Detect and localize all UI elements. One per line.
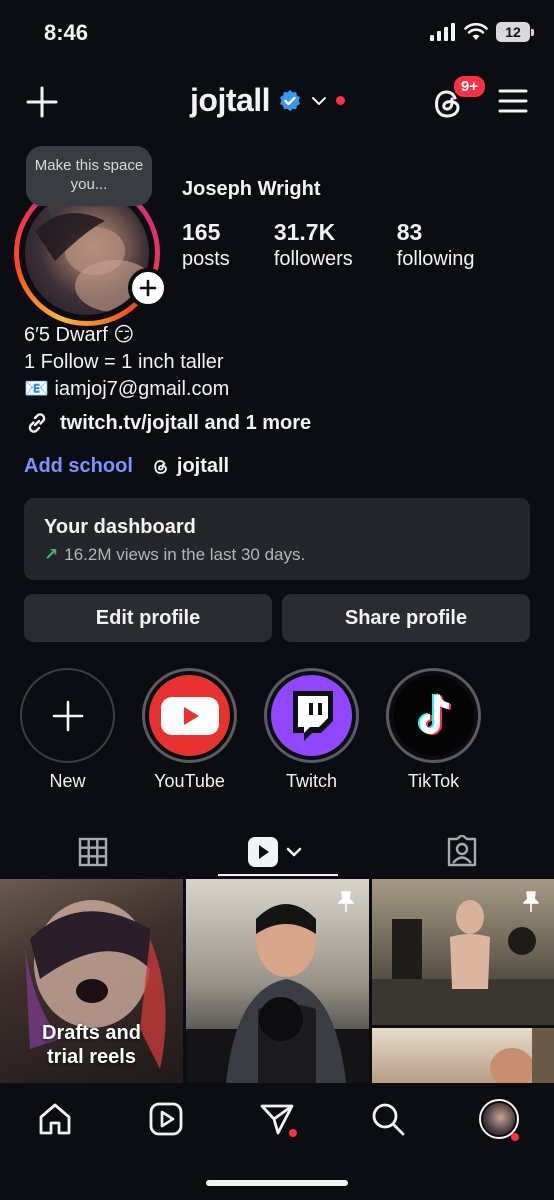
search-icon: [372, 1103, 405, 1136]
nav-direct-messages[interactable]: [255, 1097, 299, 1141]
highlight-circle: [142, 668, 237, 763]
highlight-label: New: [49, 771, 86, 791]
verified-badge-icon: [280, 89, 301, 111]
dashboard-title: Your dashboard: [44, 516, 196, 538]
drafts-label: Drafts and trial reels: [0, 1021, 183, 1069]
home-icon: [39, 1103, 71, 1135]
hamburger-menu-icon[interactable]: [498, 88, 528, 114]
link-icon: [28, 413, 46, 433]
highlight-label: TikTok: [407, 771, 460, 791]
nav-search[interactable]: [366, 1097, 410, 1141]
drafts-label-line: trial reels: [47, 1046, 136, 1068]
bio-line: 1 Follow = 1 inch taller: [24, 351, 224, 373]
status-time: 8:46: [44, 20, 89, 45]
tab-reels[interactable]: [185, 828, 370, 876]
notification-dot: [336, 96, 346, 105]
threads-notification-badge: 9+: [452, 74, 488, 99]
highlight-tiktok[interactable]: TikTok: [386, 668, 481, 792]
highlight-circle: [20, 668, 115, 763]
highlight-label: Twitch: [285, 771, 337, 791]
stat-label: posts: [182, 248, 230, 270]
home-indicator: [206, 1180, 348, 1186]
profile-link[interactable]: twitch.tv/jojtall and 1 more: [24, 410, 311, 436]
highlight-circle: [386, 668, 481, 763]
status-bar: 8:46 12: [0, 0, 554, 66]
highlight-twitch[interactable]: Twitch: [264, 668, 359, 792]
reels-icon: [247, 837, 301, 867]
nav-home[interactable]: [33, 1097, 77, 1141]
share-profile-button[interactable]: Share profile: [282, 594, 530, 642]
grid-icon: [78, 837, 107, 867]
pin-icon: [338, 891, 354, 912]
reel-thumbnail[interactable]: [186, 879, 369, 1083]
plus-icon: [52, 700, 83, 731]
stat-posts[interactable]: 165 posts: [182, 218, 230, 272]
bio: 6′5 Dwarf 😏 1 Follow = 1 inch taller 📧 i…: [24, 322, 229, 403]
highlight-youtube[interactable]: YouTube: [142, 668, 237, 792]
full-name: Joseph Wright: [182, 178, 321, 200]
dashboard-subtitle: 16.2M views in the last 30 days.: [64, 545, 306, 564]
drafts-label-line: Drafts and: [42, 1022, 141, 1044]
threads-profile-link[interactable]: jojtall: [151, 455, 229, 478]
reel-thumbnail[interactable]: [372, 1028, 554, 1083]
profile-header: jojtall 9+: [0, 70, 554, 136]
tagged-user-icon: [447, 835, 476, 867]
cellular-signal-icon: [430, 23, 455, 41]
youtube-logo-icon: [149, 675, 230, 756]
stat-following[interactable]: 83 following: [397, 218, 475, 272]
tab-tagged[interactable]: [369, 828, 554, 876]
note-bubble[interactable]: Make this space you...: [26, 146, 152, 215]
professional-dashboard[interactable]: Your dashboard ↗ 16.2M views in the last…: [24, 498, 530, 580]
content-tabs: [0, 820, 554, 876]
reel-thumbnail[interactable]: [372, 879, 554, 1025]
drafts-reel-thumbnail[interactable]: Drafts and trial reels: [0, 879, 183, 1083]
notification-dot: [511, 1133, 519, 1141]
pin-icon: [523, 891, 539, 912]
add-school-link[interactable]: Add school: [24, 455, 133, 478]
username: jojtall: [190, 82, 271, 118]
twitch-logo-icon: [271, 675, 352, 756]
bio-line: 📧 iamjoj7@gmail.com: [24, 378, 230, 400]
thumbnail-image: [490, 1028, 554, 1083]
nav-reels[interactable]: [144, 1097, 188, 1141]
threads-icon: [154, 459, 167, 474]
plus-icon[interactable]: [24, 84, 60, 120]
wifi-icon: [464, 23, 488, 40]
add-story-button[interactable]: [128, 268, 168, 308]
school-row: Add school jojtall: [24, 455, 229, 478]
trend-up-icon: ↗: [44, 545, 59, 564]
stat-value: 83: [396, 219, 423, 245]
stat-value: 165: [182, 219, 221, 245]
plus-icon: [139, 279, 157, 297]
status-icons: 12: [430, 22, 534, 42]
link-text: twitch.tv/jojtall and 1 more: [60, 411, 312, 434]
stat-label: followers: [273, 248, 353, 270]
threads-handle: jojtall: [176, 455, 230, 477]
chevron-down-icon: [312, 96, 327, 105]
edit-profile-button[interactable]: Edit profile: [24, 594, 272, 642]
story-highlights: New YouTube Twitch TikTok: [20, 668, 540, 792]
profile-stats: 165 posts 31.7K followers 83 following: [182, 218, 519, 272]
highlight-new[interactable]: New: [20, 668, 115, 792]
tab-posts-grid[interactable]: [0, 828, 185, 876]
notification-dot: [289, 1129, 297, 1137]
stat-label: following: [396, 248, 475, 270]
bio-line: 6′5 Dwarf 😏: [24, 324, 135, 346]
dashboard-subtitle-row: ↗ 16.2M views in the last 30 days.: [44, 545, 510, 565]
account-switcher[interactable]: jojtall: [190, 82, 346, 119]
tiktok-logo-icon: [393, 675, 474, 756]
highlight-circle: [264, 668, 359, 763]
reels-icon: [149, 1102, 183, 1136]
stat-value: 31.7K: [273, 219, 336, 245]
nav-profile[interactable]: [477, 1097, 521, 1141]
profile-actions: Edit profile Share profile: [24, 594, 530, 642]
battery-icon: 12: [496, 22, 534, 42]
stat-followers[interactable]: 31.7K followers: [274, 218, 353, 272]
highlight-label: YouTube: [154, 771, 225, 791]
reels-grid: Drafts and trial reels: [0, 879, 554, 1083]
